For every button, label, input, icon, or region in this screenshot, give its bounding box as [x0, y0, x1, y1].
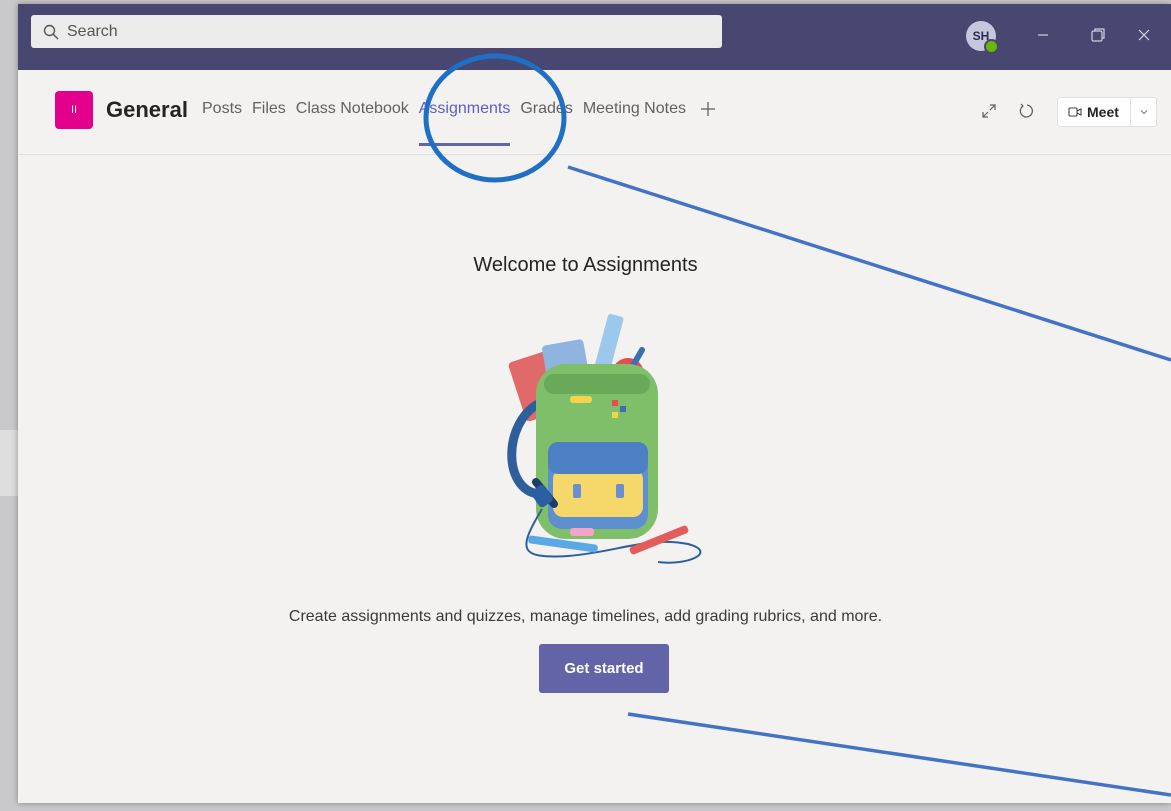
expand-tab-button[interactable]: [980, 102, 998, 125]
meet-dropdown-button[interactable]: [1131, 107, 1156, 117]
minimize-button[interactable]: [1030, 22, 1056, 48]
refresh-icon: [1019, 103, 1033, 118]
refresh-tab-button[interactable]: [1018, 102, 1036, 125]
channel-header: II General Posts Files Class Notebook As…: [18, 70, 1171, 155]
teams-window: Search SH II General Posts Files Class N…: [18, 4, 1171, 803]
team-tile-label: II: [70, 104, 78, 116]
meet-label: Meet: [1087, 104, 1119, 120]
presence-available-icon: [984, 39, 999, 54]
close-button[interactable]: [1131, 22, 1157, 48]
restore-icon: [1091, 28, 1105, 42]
team-avatar[interactable]: II: [55, 91, 93, 129]
add-tab-button[interactable]: [700, 101, 716, 118]
search-placeholder: Search: [67, 22, 118, 40]
chevron-down-icon: [1140, 110, 1147, 115]
welcome-title: Welcome to Assignments: [473, 254, 698, 276]
tab-assignments[interactable]: Assignments: [418, 100, 510, 146]
meet-now-button[interactable]: Meet: [1058, 98, 1130, 126]
restore-button[interactable]: [1085, 22, 1111, 48]
title-bar: Search SH: [18, 4, 1171, 70]
backpack-illustration: [507, 313, 702, 564]
tab-files[interactable]: Files: [252, 100, 286, 118]
add-tab-icon: [700, 101, 715, 116]
channel-name: General: [106, 97, 188, 122]
tab-meeting-notes[interactable]: Meeting Notes: [583, 100, 686, 118]
meet-button[interactable]: Meet: [1057, 97, 1157, 127]
expand-icon: [982, 104, 996, 118]
background-window-strip: [0, 430, 18, 496]
tab-class-notebook[interactable]: Class Notebook: [296, 100, 409, 118]
search-icon: [43, 24, 59, 39]
avatar[interactable]: SH: [966, 21, 999, 54]
video-icon: [1068, 107, 1082, 117]
search-box[interactable]: Search: [31, 15, 722, 48]
welcome-description: Create assignments and quizzes, manage t…: [288, 608, 883, 625]
tab-posts[interactable]: Posts: [202, 100, 242, 118]
get-started-button[interactable]: Get started: [539, 644, 669, 693]
tab-grades[interactable]: Grades: [520, 100, 572, 118]
tab-bar: Posts Files Class Notebook Assignments G…: [202, 100, 716, 146]
minimize-icon: [1038, 34, 1048, 36]
close-icon: [1138, 29, 1150, 41]
